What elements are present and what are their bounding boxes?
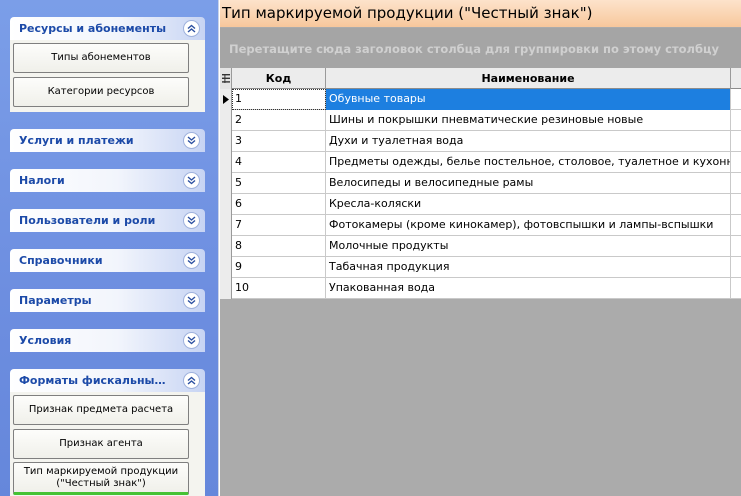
row-indicator[interactable] <box>220 257 232 278</box>
table-row[interactable]: 5 Велосипеды и велосипедные рамы <box>220 173 741 194</box>
group-body-fiscal-formats: Признак предмета расчета Признак агента … <box>10 392 205 496</box>
cell-name[interactable]: Упакованная вода <box>326 278 731 299</box>
cell-name[interactable]: Духи и туалетная вода <box>326 131 731 152</box>
double-chevron-up-icon[interactable] <box>183 372 200 389</box>
cell-name[interactable]: Велосипеды и велосипедные рамы <box>326 173 731 194</box>
group-title: Ресурсы и абонементы <box>19 22 167 35</box>
row-indicator[interactable] <box>220 236 232 257</box>
table-row[interactable]: 4 Предметы одежды, белье постельное, стол… <box>220 152 741 173</box>
double-chevron-down-icon[interactable] <box>183 252 200 269</box>
group-title: Условия <box>19 334 72 347</box>
table-row[interactable]: 10 Упакованная вода <box>220 278 741 299</box>
row-pointer-icon <box>223 95 229 104</box>
group-title: Форматы фискальных документов <box>19 374 171 387</box>
group-title: Справочники <box>19 254 103 267</box>
column-chooser-icon[interactable] <box>220 68 232 89</box>
double-chevron-down-icon[interactable] <box>183 132 200 149</box>
group-title: Налоги <box>19 174 65 187</box>
group-header-references[interactable]: Справочники <box>10 249 205 272</box>
row-indicator[interactable] <box>220 152 232 173</box>
cell-code[interactable]: 3 <box>232 131 326 152</box>
group-header-services[interactable]: Услуги и платежи <box>10 129 205 152</box>
row-indicator[interactable] <box>220 110 232 131</box>
navigation-sidebar: Ресурсы и абонементы Типы абонементов Ка… <box>0 0 219 496</box>
cell-name[interactable]: Фотокамеры (кроме кинокамер), фотовспышк… <box>326 215 731 236</box>
page-title: Тип маркируемой продукции ("Честный знак… <box>220 0 741 27</box>
double-chevron-down-icon[interactable] <box>183 292 200 309</box>
cell-code[interactable]: 8 <box>232 236 326 257</box>
cell-code[interactable]: 1 <box>232 89 326 110</box>
cell-code[interactable]: 10 <box>232 278 326 299</box>
group-header-conditions[interactable]: Условия <box>10 329 205 352</box>
group-header-resources[interactable]: Ресурсы и абонементы <box>10 17 205 40</box>
cell-code[interactable]: 9 <box>232 257 326 278</box>
main-content: Тип маркируемой продукции ("Честный знак… <box>220 0 741 496</box>
cell-code[interactable]: 5 <box>232 173 326 194</box>
double-chevron-up-icon[interactable] <box>183 20 200 37</box>
nav-button-agent-attribute[interactable]: Признак агента <box>13 429 189 459</box>
cell-code[interactable]: 2 <box>232 110 326 131</box>
row-indicator[interactable] <box>220 89 232 110</box>
row-indicator[interactable] <box>220 278 232 299</box>
nav-button-subscription-types[interactable]: Типы абонементов <box>13 43 189 73</box>
cell-name[interactable]: Шины и покрышки пневматические резиновые… <box>326 110 731 131</box>
cell-code[interactable]: 4 <box>232 152 326 173</box>
row-indicator[interactable] <box>220 131 232 152</box>
group-panel-hint: Перетащите сюда заголовок столбца для гр… <box>229 42 720 56</box>
cell-name[interactable]: Предметы одежды, белье постельное, столо… <box>326 152 731 173</box>
table-row[interactable]: 8 Молочные продукты <box>220 236 741 257</box>
group-by-panel[interactable]: Перетащите сюда заголовок столбца для гр… <box>220 28 741 68</box>
double-chevron-down-icon[interactable] <box>183 172 200 189</box>
row-indicator[interactable] <box>220 215 232 236</box>
table-row[interactable]: 3 Духи и туалетная вода <box>220 131 741 152</box>
double-chevron-down-icon[interactable] <box>183 212 200 229</box>
group-header-fiscal-formats[interactable]: Форматы фискальных документов <box>10 369 205 392</box>
cell-name[interactable]: Обувные товары <box>326 89 731 110</box>
group-body-resources: Типы абонементов Категории ресурсов <box>10 40 205 112</box>
table-row[interactable]: 7 Фотокамеры (кроме кинокамер), фотовспыш… <box>220 215 741 236</box>
double-chevron-down-icon[interactable] <box>183 332 200 349</box>
cell-code[interactable]: 7 <box>232 215 326 236</box>
nav-button-marked-product-type[interactable]: Тип маркируемой продукции ("Честный знак… <box>13 462 189 495</box>
nav-button-resource-categories[interactable]: Категории ресурсов <box>13 77 189 107</box>
column-header-code[interactable]: Код <box>232 68 326 89</box>
cell-name[interactable]: Молочные продукты <box>326 236 731 257</box>
row-indicator[interactable] <box>220 194 232 215</box>
cell-name[interactable]: Табачная продукция <box>326 257 731 278</box>
group-header-users[interactable]: Пользователи и роли <box>10 209 205 232</box>
row-indicator[interactable] <box>220 173 232 194</box>
nav-button-calculation-subject[interactable]: Признак предмета расчета <box>13 395 189 425</box>
group-title: Пользователи и роли <box>19 214 156 227</box>
table-row[interactable]: 2 Шины и покрышки пневматические резиновы… <box>220 110 741 131</box>
table-row[interactable]: 9 Табачная продукция <box>220 257 741 278</box>
group-title: Параметры <box>19 294 92 307</box>
group-header-taxes[interactable]: Налоги <box>10 169 205 192</box>
cell-code[interactable]: 6 <box>232 194 326 215</box>
cell-name[interactable]: Кресла-коляски <box>326 194 731 215</box>
table-row[interactable]: 6 Кресла-коляски <box>220 194 741 215</box>
group-header-parameters[interactable]: Параметры <box>10 289 205 312</box>
grid-header: Код Наименование <box>220 68 741 89</box>
table-row[interactable]: 1 Обувные товары <box>220 89 741 110</box>
column-header-name[interactable]: Наименование <box>326 68 731 89</box>
group-title: Услуги и платежи <box>19 134 134 147</box>
